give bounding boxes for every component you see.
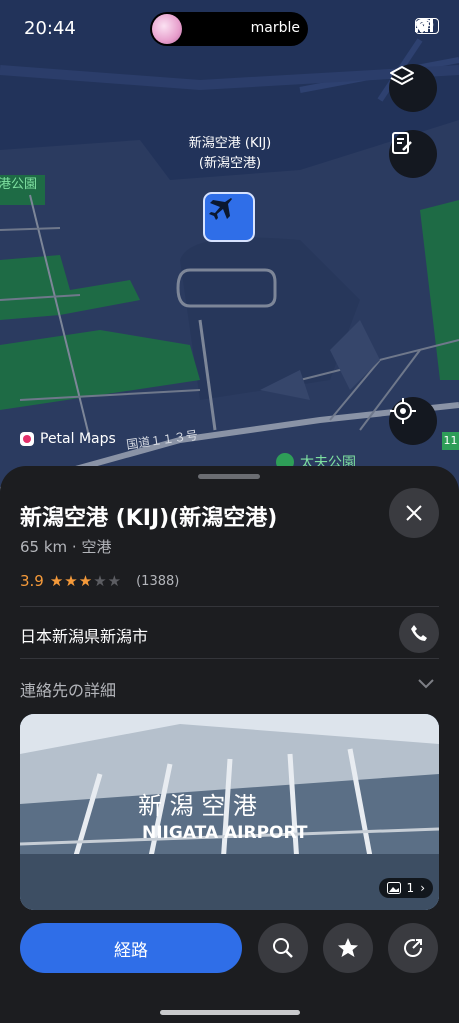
locate-button[interactable] xyxy=(389,397,437,445)
brand-label: Petal Maps xyxy=(40,431,116,447)
airport-map-label: 新潟空港 (KIJ) (新潟空港) xyxy=(155,134,305,174)
petal-maps-logo-icon xyxy=(20,432,34,446)
airport-pin[interactable] xyxy=(203,192,255,242)
route-badge: 11 xyxy=(442,432,459,450)
place-photo[interactable]: 新 潟 空 港 NIIGATA AIRPORT 1 › xyxy=(20,714,439,910)
search-button[interactable] xyxy=(258,923,308,973)
share-button[interactable] xyxy=(388,923,438,973)
review-count: (1388) xyxy=(136,573,180,589)
status-bar: 20:44 marble 99 xyxy=(0,0,459,60)
layers-button[interactable] xyxy=(389,64,437,112)
airplane-icon xyxy=(209,198,232,220)
distance-category: 65 km · 空港 xyxy=(20,538,112,556)
place-title: 新潟空港 (KIJ)(新潟空港) xyxy=(20,506,278,531)
chevron-right-icon: › xyxy=(420,881,425,895)
image-icon xyxy=(386,882,401,894)
status-icons: 99 xyxy=(415,18,439,34)
notification-name: marble xyxy=(250,20,300,36)
locate-icon xyxy=(390,398,416,424)
favorite-button[interactable] xyxy=(323,923,373,973)
airport-label-line2: (新潟空港) xyxy=(198,156,262,171)
star-icon xyxy=(338,938,358,957)
rating-stars: ★★★★★ xyxy=(49,572,123,590)
photo-count-badge[interactable]: 1 › xyxy=(378,878,433,898)
airport-label-line1: 新潟空港 (KIJ) xyxy=(188,136,272,151)
photo-sign-en: NIIGATA AIRPORT xyxy=(142,823,308,843)
share-icon xyxy=(404,939,423,957)
map-view[interactable]: 20:44 marble 99 新潟空港 (KIJ) (新潟空港) 港公園 国道… xyxy=(0,0,459,520)
notes-button[interactable] xyxy=(389,130,437,178)
chevron-down-icon[interactable] xyxy=(417,678,435,690)
contact-details-toggle[interactable]: 連絡先の詳細 xyxy=(20,677,116,701)
signal-icon xyxy=(415,19,433,32)
photo-count: 1 xyxy=(406,881,415,895)
photo-sign-jp: 新 潟 空 港 xyxy=(138,792,257,820)
status-time: 20:44 xyxy=(24,18,76,39)
avatar xyxy=(152,14,182,44)
notification-pill[interactable]: marble xyxy=(150,12,308,46)
petal-maps-brand: Petal Maps xyxy=(20,431,116,447)
action-bar: 経路 xyxy=(0,910,459,1023)
park-label-left: 港公園 xyxy=(0,177,38,192)
airport-photo-image: 新 潟 空 港 NIIGATA AIRPORT xyxy=(20,714,439,910)
rating-row[interactable]: 3.9 ★★★★★ (1388) xyxy=(20,572,179,590)
search-icon xyxy=(273,938,293,958)
route-button[interactable]: 経路 xyxy=(20,923,242,973)
divider xyxy=(20,658,439,659)
divider xyxy=(20,606,439,607)
place-detail-sheet[interactable]: 新潟空港 (KIJ)(新潟空港) 65 km · 空港 3.9 ★★★★★ (1… xyxy=(0,466,459,1023)
layers-icon xyxy=(390,66,414,85)
sheet-drag-handle[interactable] xyxy=(198,474,260,479)
home-indicator[interactable] xyxy=(160,1010,300,1015)
rating-score: 3.9 xyxy=(20,572,44,590)
call-button[interactable] xyxy=(399,613,439,653)
address: 日本新潟県新潟市 xyxy=(20,627,149,646)
close-icon xyxy=(406,505,422,521)
phone-icon xyxy=(411,625,427,641)
notes-icon xyxy=(392,132,412,154)
close-button[interactable] xyxy=(389,488,439,538)
